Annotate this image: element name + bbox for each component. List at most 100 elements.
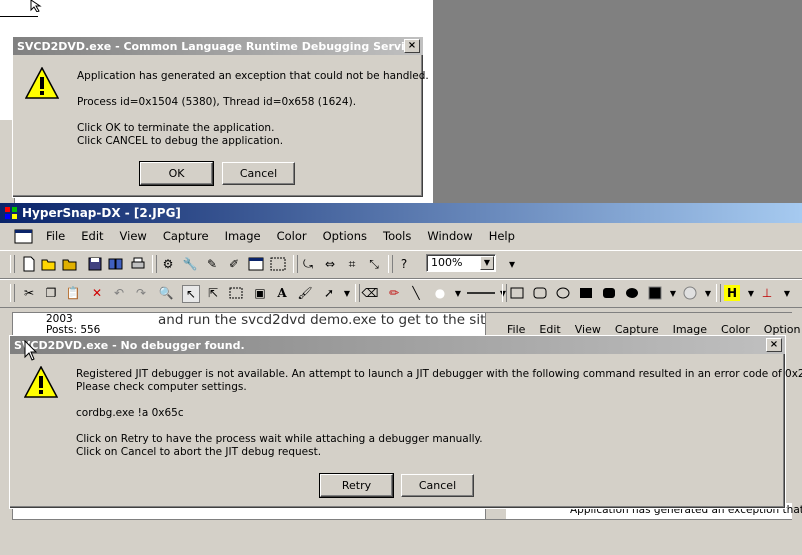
close-icon[interactable]: ×: [404, 39, 420, 53]
flip-icon[interactable]: ⇔: [322, 256, 338, 272]
line-icon[interactable]: ╲: [408, 285, 424, 301]
zoom-icon[interactable]: 🔍: [158, 285, 174, 301]
highlight-icon[interactable]: H: [724, 285, 740, 301]
color-swatch-icon[interactable]: [647, 285, 663, 301]
new-icon[interactable]: [21, 256, 37, 272]
pencil-icon[interactable]: ✏: [386, 285, 402, 301]
chevron-down-icon[interactable]: ▼: [665, 285, 681, 301]
text-icon[interactable]: A: [274, 285, 290, 301]
toolbar-grip[interactable]: [716, 284, 721, 302]
print-icon[interactable]: [130, 256, 146, 272]
paste-icon[interactable]: 📋: [65, 285, 81, 301]
menu-capture[interactable]: Capture: [155, 229, 217, 243]
clr-message-line1: Application has generated an exception t…: [77, 70, 429, 82]
toolbar-grip[interactable]: [293, 255, 298, 273]
line-style-icon[interactable]: [466, 285, 496, 301]
clr-debugging-dialog: SVCD2DVD.exe - Common Language Runtime D…: [12, 36, 429, 198]
eraser-icon[interactable]: ⌫: [362, 285, 379, 301]
open-icon[interactable]: [41, 256, 57, 272]
nested-menu-color: Color: [721, 322, 750, 336]
menu-options[interactable]: Options: [315, 229, 375, 243]
clr-dialog-title: SVCD2DVD.exe - Common Language Runtime D…: [17, 39, 404, 53]
save-icon[interactable]: [87, 256, 103, 272]
undo-icon[interactable]: ↶: [111, 285, 127, 301]
toolbar-grip[interactable]: [388, 255, 393, 273]
stamp-icon[interactable]: ▣: [252, 285, 268, 301]
wand-icon[interactable]: ✎: [204, 256, 220, 272]
region-capture-icon[interactable]: [270, 256, 286, 272]
delete-icon[interactable]: ✕: [89, 285, 105, 301]
jit-debugger-dialog: SVCD2DVD.exe - No debugger found. × Regi…: [9, 335, 802, 509]
divider: [0, 16, 38, 17]
menu-edit[interactable]: Edit: [73, 229, 111, 243]
menu-view[interactable]: View: [112, 229, 155, 243]
menu-color[interactable]: Color: [269, 229, 315, 243]
fill-icon[interactable]: 🖌: [297, 285, 313, 301]
warning-icon: [24, 366, 58, 398]
standard-toolbar: ⚙ 🔧 ✎ ✐ ⤿ ⇔ ⌗ ⤡ ? 100% ▼ ▾: [0, 250, 802, 279]
rotate-icon[interactable]: ⤿: [300, 256, 316, 272]
document-icon: [14, 229, 33, 244]
warning-icon: [25, 67, 59, 99]
nested-menu-edit: Edit: [539, 322, 561, 336]
mouse-cursor-icon: [24, 340, 38, 361]
cancel-button[interactable]: Cancel: [222, 162, 295, 185]
arrow-tool-icon[interactable]: ➚: [321, 285, 337, 301]
chevron-down-icon[interactable]: ▼: [339, 285, 355, 301]
chevron-down-icon[interactable]: ▼: [779, 285, 795, 301]
dot-icon[interactable]: ●: [432, 285, 448, 301]
open-folder-icon[interactable]: [62, 256, 78, 272]
cut-icon[interactable]: ✂: [21, 285, 37, 301]
chevron-down-icon[interactable]: ▼: [700, 285, 716, 301]
toolbar-grip[interactable]: [355, 284, 360, 302]
menu-tools[interactable]: Tools: [375, 229, 419, 243]
zoom-value: 100%: [431, 256, 463, 269]
jit-dialog-title: SVCD2DVD.exe - No debugger found.: [14, 338, 245, 352]
menubar: File Edit View Capture Image Color Optio…: [0, 225, 802, 247]
nested-menu-view: View: [574, 322, 601, 336]
nested-menu-file: File: [507, 322, 526, 336]
menu-file[interactable]: File: [38, 229, 73, 243]
marquee-icon[interactable]: [228, 285, 244, 301]
toolbar-overflow-icon[interactable]: ▾: [504, 256, 520, 272]
help-icon[interactable]: ?: [396, 256, 412, 272]
crop-icon[interactable]: ⌗: [344, 256, 360, 272]
ok-button[interactable]: OK: [139, 161, 214, 186]
toolbar-grip[interactable]: [502, 284, 507, 302]
menu-window[interactable]: Window: [419, 229, 480, 243]
chevron-down-icon[interactable]: ▼: [450, 285, 466, 301]
rectangle-icon[interactable]: [509, 285, 525, 301]
zoom-select[interactable]: 100% ▼: [426, 254, 496, 272]
ellipse-icon[interactable]: [555, 285, 571, 301]
resize-icon[interactable]: ⤡: [366, 256, 382, 272]
capture-icon[interactable]: ⚙: [160, 256, 176, 272]
tools-icon[interactable]: 🔧: [182, 256, 198, 272]
window-capture-icon[interactable]: [248, 256, 264, 272]
rounded-rectangle-icon[interactable]: [532, 285, 548, 301]
stamp-tool-icon[interactable]: ⊥: [759, 285, 775, 301]
filled-rectangle-icon[interactable]: [578, 285, 594, 301]
pen-icon[interactable]: ✐: [226, 256, 242, 272]
toolbar-grip[interactable]: [10, 284, 15, 302]
forum-post-text: and run the svcd2dvd demo.exe to get to …: [158, 312, 507, 328]
toolbar-grip[interactable]: [10, 255, 15, 273]
jit-message-line4: Click on Retry to have the process wait …: [76, 433, 483, 445]
filled-rounded-rectangle-icon[interactable]: [601, 285, 617, 301]
hypersnap-titlebar: HyperSnap-DX - [2.JPG]: [0, 203, 802, 223]
chevron-down-icon[interactable]: ▼: [480, 256, 494, 270]
close-icon[interactable]: ×: [766, 338, 782, 352]
menu-image[interactable]: Image: [217, 229, 269, 243]
pointer-icon[interactable]: ⇱: [205, 285, 221, 301]
book-icon[interactable]: [108, 256, 124, 272]
retry-button[interactable]: Retry: [319, 473, 394, 498]
shadow-icon[interactable]: [682, 285, 698, 301]
copy-icon[interactable]: ❐: [43, 285, 59, 301]
chevron-down-icon[interactable]: ▼: [743, 285, 759, 301]
toolbar-grip[interactable]: [152, 255, 157, 273]
redo-icon[interactable]: ↷: [133, 285, 149, 301]
select-arrow-icon[interactable]: ↖: [182, 285, 200, 303]
clr-message-line3: Click OK to terminate the application.: [77, 122, 275, 134]
filled-ellipse-icon[interactable]: [624, 285, 640, 301]
menu-help[interactable]: Help: [481, 229, 523, 243]
cancel-button[interactable]: Cancel: [401, 474, 474, 497]
